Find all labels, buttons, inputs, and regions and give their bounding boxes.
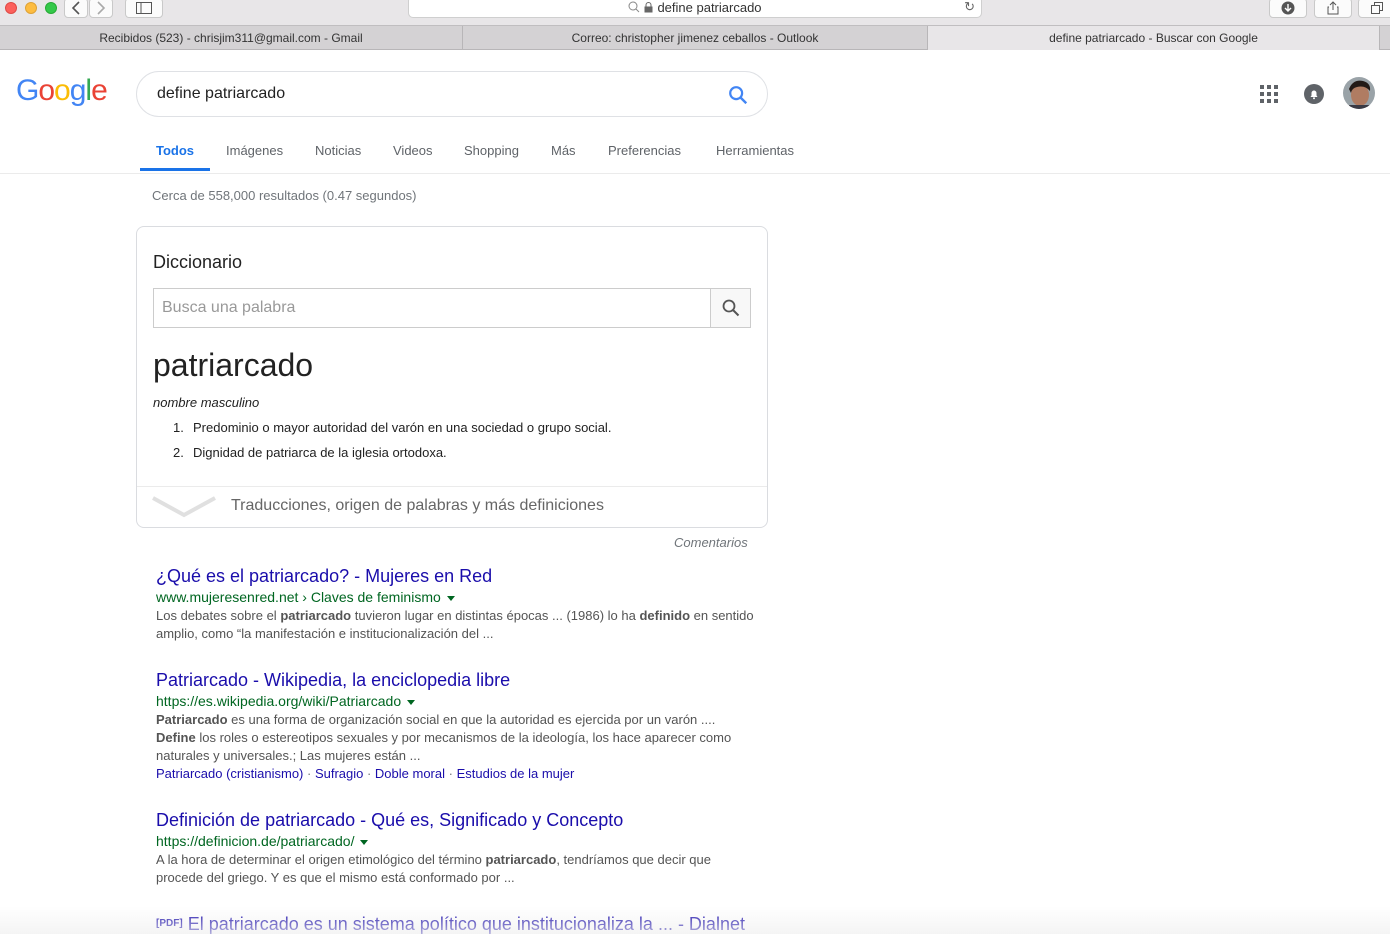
dictionary-card: Diccionario Busca una palabra patriarcad… [136,226,768,528]
zoom-window-icon[interactable] [45,2,57,14]
dictionary-word: patriarcado [153,347,314,383]
more-definitions-expander[interactable]: Traducciones, origen de palabras y más d… [137,486,767,528]
pdf-tag: [PDF] [156,918,183,929]
url-menu-arrow-icon[interactable] [407,699,416,705]
dictionary-search-button[interactable] [710,288,751,328]
result-snippet: A la hora de determinar el origen etimol… [156,852,711,885]
sitelink[interactable]: Sufragio [315,766,363,781]
tab-noticias[interactable]: Noticias [315,143,361,158]
search-box[interactable]: define patriarcado [136,71,768,117]
result-url: https://es.wikipedia.org/wiki/Patriarcad… [156,691,756,711]
tab-herramientas[interactable]: Herramientas [716,143,794,158]
part-of-speech: nombre masculino [153,395,260,410]
tab-outlook[interactable]: Correo: christopher jimenez ceballos - O… [463,26,928,50]
search-result: Patriarcado - Wikipedia, la enciclopedia… [156,669,756,783]
search-result: ¿Qué es el patriarcado? - Mujeres en Red… [156,565,756,643]
tab-todos[interactable]: Todos [156,143,194,158]
reload-icon[interactable]: ↻ [964,0,975,15]
more-definitions-label: Traducciones, origen de palabras y más d… [231,497,604,514]
address-bar[interactable]: define patriarcado ↻ [408,0,982,18]
tab-videos[interactable]: Videos [393,143,433,158]
feedback-link[interactable]: Comentarios [674,535,748,550]
search-input[interactable]: define patriarcado [157,85,285,103]
result-title-link[interactable]: Patriarcado - Wikipedia, la enciclopedia… [156,669,756,691]
search-icon[interactable] [727,84,749,106]
definition-item: 1. Predominio o mayor autoridad del varón… [173,420,612,435]
tab-preferencias[interactable]: Preferencias [608,143,681,158]
search-nav: Todos Imágenes Noticias Videos Shopping … [0,130,1390,174]
notifications-bell-icon[interactable] [1304,84,1324,104]
result-stats: Cerca de 558,000 resultados (0.47 segund… [152,188,417,203]
result-snippet: Patriarcado es una forma de organización… [156,712,732,763]
url-menu-arrow-icon[interactable] [360,839,369,845]
tab-mas[interactable]: Más [551,143,576,158]
active-tab-indicator [140,168,210,171]
definition-item: 2. Dignidad de patriarca de la iglesia or… [173,445,447,460]
result-title-link[interactable]: [PDF] El patriarcado es un sistema polít… [156,913,756,935]
download-icon [1281,1,1295,15]
tabs-icon [1371,2,1383,14]
chevron-down-icon [152,496,216,518]
share-icon [1327,1,1339,15]
dictionary-title: Diccionario [153,252,243,272]
sidebar-icon [136,2,152,14]
apps-grid-icon[interactable] [1260,85,1278,103]
search-result: Definición de patriarcado - Qué es, Sign… [156,809,756,887]
address-text: define patriarcado [657,0,762,15]
result-snippet: Los debates sobre el patriarcado tuviero… [156,608,754,641]
tab-gmail[interactable]: Recibidos (523) - chrisjim311@gmail.com … [0,26,463,50]
search-icon [722,299,739,317]
tab-bar: Recibidos (523) - chrisjim311@gmail.com … [0,25,1390,50]
share-button[interactable] [1314,0,1352,18]
dictionary-search-input[interactable]: Busca una palabra [153,288,711,328]
sidebar-toggle-button[interactable] [125,0,163,18]
tab-shopping[interactable]: Shopping [464,143,519,158]
sitelink[interactable]: Doble moral [375,766,445,781]
browser-toolbar: define patriarcado ↻ [0,0,1390,25]
search-icon [628,1,640,13]
user-avatar[interactable] [1343,77,1375,109]
sitelink[interactable]: Patriarcado (cristianismo) [156,766,303,781]
tabs-overview-button[interactable] [1358,0,1390,18]
downloads-button[interactable] [1269,0,1307,18]
result-url: https://definicion.de/patriarcado/ [156,831,756,851]
back-button[interactable] [64,0,88,18]
google-logo[interactable]: Google [16,74,108,108]
minimize-window-icon[interactable] [25,2,37,14]
tab-imagenes[interactable]: Imágenes [226,143,283,158]
tab-google-search[interactable]: define patriarcado - Buscar con Google [928,26,1380,50]
chevron-right-icon [97,1,106,15]
forward-button[interactable] [89,0,113,18]
search-result: [PDF] El patriarcado es un sistema polít… [156,913,756,935]
chevron-left-icon [71,1,80,15]
url-menu-arrow-icon[interactable] [446,595,455,601]
result-title-link[interactable]: ¿Qué es el patriarcado? - Mujeres en Red [156,565,756,587]
result-url: www.mujeresenred.net › Claves de feminis… [156,587,756,607]
sitelink[interactable]: Estudios de la mujer [457,766,575,781]
lock-icon [644,1,653,12]
result-title-link[interactable]: Definición de patriarcado - Qué es, Sign… [156,809,756,831]
close-window-icon[interactable] [5,2,17,14]
result-sitelinks: Patriarcado (cristianismo) · Sufragio · … [156,766,575,781]
